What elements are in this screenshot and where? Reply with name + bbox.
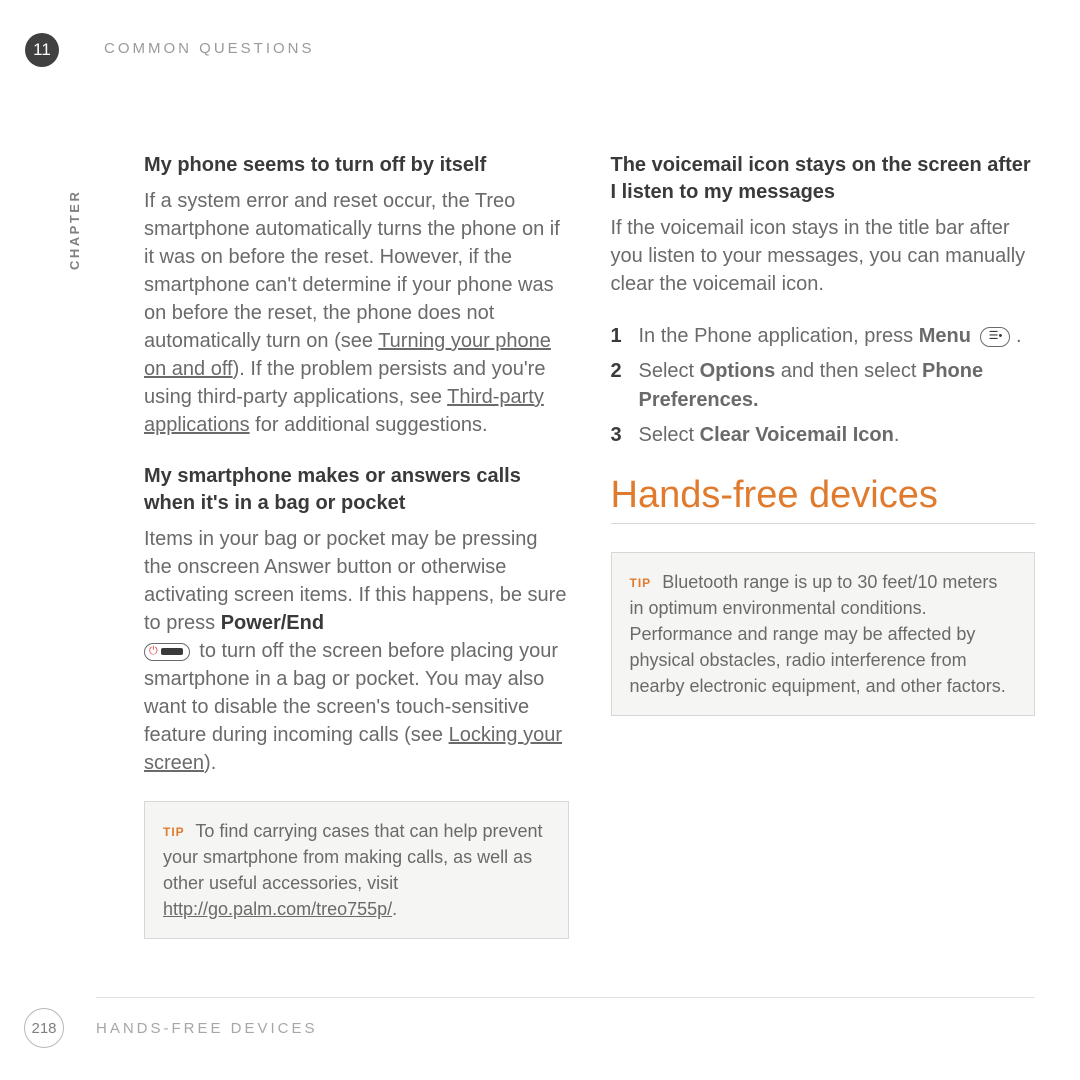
- page: 11 COMMON QUESTIONS CHAPTER My phone see…: [0, 0, 1080, 1080]
- menu-icon: ☰•: [980, 327, 1010, 347]
- step-text: In the Phone application, press Menu ☰• …: [639, 322, 1036, 351]
- footer-rule: [96, 997, 1035, 998]
- footer-title: HANDS-FREE DEVICES: [96, 1020, 318, 1037]
- heading-bag-pocket: My smartphone makes or answers calls whe…: [144, 463, 569, 517]
- link-palm-url[interactable]: http://go.palm.com/treo755p/: [163, 899, 392, 919]
- text: .: [894, 424, 900, 446]
- step-number: 3: [611, 421, 639, 450]
- chapter-number: 11: [33, 40, 51, 60]
- content-columns: My phone seems to turn off by itself If …: [144, 152, 1035, 939]
- tip-box-bluetooth: TIP Bluetooth range is up to 30 feet/10 …: [611, 552, 1036, 716]
- paragraph-voicemail: If the voicemail icon stays in the title…: [611, 214, 1036, 298]
- tip-label: TIP: [630, 576, 652, 590]
- list-item: 3 Select Clear Voicemail Icon.: [611, 421, 1036, 450]
- section-rule: [611, 523, 1036, 524]
- left-column: My phone seems to turn off by itself If …: [144, 152, 569, 939]
- page-number: 218: [31, 1020, 56, 1037]
- steps-list: 1 In the Phone application, press Menu ☰…: [611, 322, 1036, 450]
- step-text: Select Clear Voicemail Icon.: [639, 421, 1036, 450]
- chapter-number-badge: 11: [25, 33, 59, 67]
- list-item: 1 In the Phone application, press Menu ☰…: [611, 322, 1036, 351]
- step-number: 1: [611, 322, 639, 351]
- tip-box-accessories: TIP To find carrying cases that can help…: [144, 801, 569, 939]
- list-item: 2 Select Options and then select Phone P…: [611, 357, 1036, 415]
- text: Items in your bag or pocket may be press…: [144, 528, 566, 634]
- heading-phone-off: My phone seems to turn off by itself: [144, 152, 569, 179]
- text: In the Phone application, press: [639, 325, 919, 347]
- paragraph-phone-off: If a system error and reset occur, the T…: [144, 187, 569, 439]
- text: and then select: [775, 360, 922, 382]
- tip-text: Bluetooth range is up to 30 feet/10 mete…: [630, 572, 1006, 696]
- text: If a system error and reset occur, the T…: [144, 190, 560, 352]
- text: for additional suggestions.: [250, 414, 488, 436]
- bold-options: Options: [700, 360, 776, 382]
- section-title-hands-free: Hands-free devices: [611, 474, 1036, 517]
- text: ).: [204, 752, 216, 774]
- chapter-label: CHAPTER: [67, 190, 82, 270]
- text: .: [1010, 325, 1021, 347]
- tip-label: TIP: [163, 825, 185, 839]
- bold-menu: Menu: [919, 325, 971, 347]
- step-text: Select Options and then select Phone Pre…: [639, 357, 1036, 415]
- tip-text: To find carrying cases that can help pre…: [163, 821, 543, 893]
- text: Select: [639, 424, 700, 446]
- running-header: COMMON QUESTIONS: [104, 40, 315, 57]
- bold-power-end: Power/End: [221, 612, 324, 634]
- tip-text-end: .: [392, 899, 397, 919]
- right-column: The voicemail icon stays on the screen a…: [611, 152, 1036, 939]
- paragraph-bag-pocket: Items in your bag or pocket may be press…: [144, 525, 569, 777]
- text: Select: [639, 360, 700, 382]
- step-number: 2: [611, 357, 639, 415]
- page-number-badge: 218: [24, 1008, 64, 1048]
- bold-clear-vm: Clear Voicemail Icon: [700, 424, 894, 446]
- power-end-icon: ⏻: [144, 643, 190, 661]
- footer: 218 HANDS-FREE DEVICES: [24, 1008, 318, 1048]
- heading-voicemail-icon: The voicemail icon stays on the screen a…: [611, 152, 1036, 206]
